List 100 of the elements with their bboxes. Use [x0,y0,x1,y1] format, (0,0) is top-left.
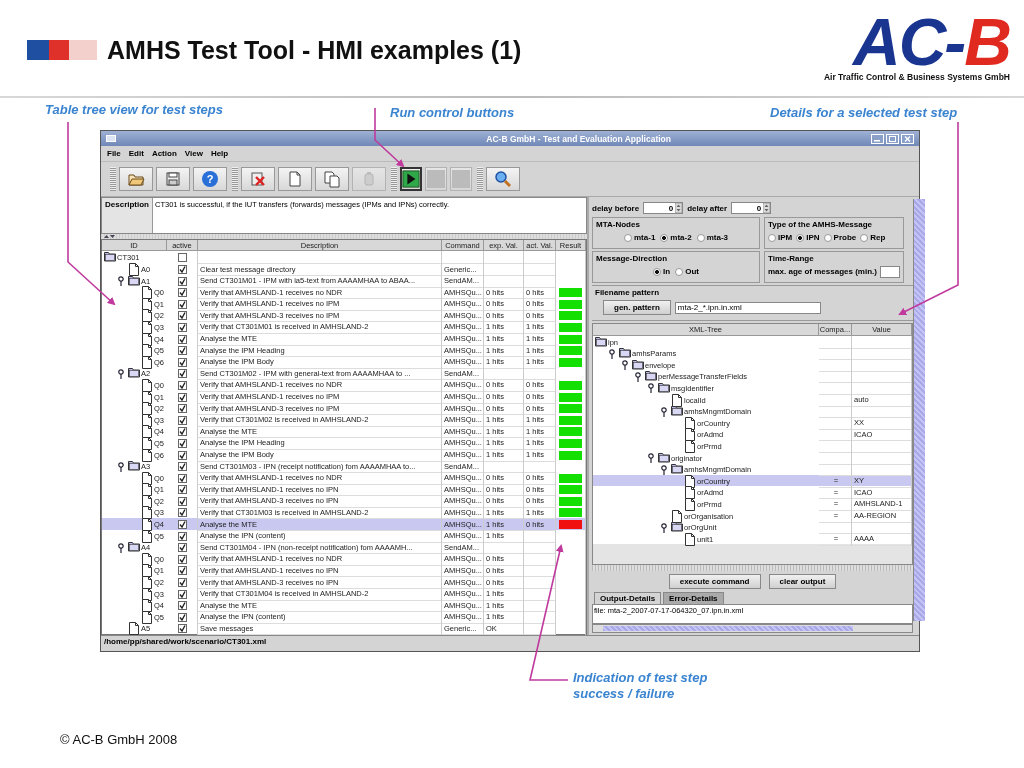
checkbox[interactable] [177,288,187,298]
checkbox[interactable] [177,508,187,518]
toolbar-button[interactable] [486,167,520,191]
spinner-arrows-icon[interactable] [675,203,683,213]
colored-squares-icon [27,40,97,60]
document-icon [141,378,153,392]
radio-option[interactable]: mta-2 [660,233,692,242]
toolbar-grip[interactable] [110,167,116,191]
folder-icon [128,274,140,288]
checkbox[interactable] [177,450,187,460]
pattern-field[interactable]: mta-2_*.ipn.in.xml [674,301,821,314]
checkbox[interactable] [177,322,187,332]
checkbox[interactable] [177,554,187,564]
checkbox[interactable] [177,578,187,588]
document-icon [671,509,683,523]
radio-option[interactable]: IPN [796,233,820,242]
tree-handle-icon[interactable] [117,542,127,553]
toolbar-grip[interactable] [391,167,397,191]
document-icon [141,425,153,439]
logo-tagline: Air Traffic Control & Business Systems GmbH [823,72,1010,82]
radio-option[interactable]: mta-3 [696,233,728,242]
spinner-field[interactable]: 0 [731,202,772,214]
splitter-arrows-icon[interactable] [103,234,115,240]
checkbox[interactable] [177,357,187,367]
command-button[interactable]: clear output [768,574,837,589]
checkbox[interactable] [177,438,187,448]
annotation-text: Run control buttons [390,105,515,120]
checkbox[interactable] [177,601,187,611]
age-input-field[interactable] [879,265,900,278]
tree-handle-icon[interactable] [660,406,670,417]
tree-handle-icon[interactable] [117,368,127,379]
toolbar-button[interactable] [400,167,422,191]
tree-handle-icon[interactable] [660,522,670,533]
checkbox[interactable] [177,624,187,634]
checkbox[interactable] [177,543,187,553]
group-title: Type of the AMHS-Message [768,220,873,229]
slide-title: AMHS Test Tool - HMI examples (1) [107,35,522,65]
checkbox[interactable] [177,265,187,274]
checkbox[interactable] [177,299,187,309]
menu-item[interactable]: Edit [128,149,144,158]
document-icon [141,402,153,416]
toolbar-button[interactable]: ? [193,167,227,191]
tree-handle-icon[interactable] [608,348,618,359]
maximize-button[interactable] [886,133,899,144]
menu-item[interactable]: Action [151,149,177,158]
radio-option[interactable]: Rep [860,233,886,242]
field-label: delay after [687,203,728,213]
menu-item[interactable]: File [107,149,121,158]
checkbox[interactable] [177,380,187,390]
menu-item[interactable]: Help [210,149,229,158]
checkbox[interactable] [177,404,187,414]
toolbar-grip[interactable] [232,167,238,191]
checkbox[interactable] [177,392,187,402]
vertical-scrollbar[interactable] [913,199,925,621]
checkbox[interactable] [177,415,187,425]
radio-option[interactable]: mta-1 [624,233,656,242]
tree-handle-icon[interactable] [634,371,644,382]
checkbox[interactable] [177,566,187,576]
folder-icon [632,358,644,372]
tree-handle-icon[interactable] [621,360,631,371]
checkbox[interactable] [177,473,187,483]
tree-handle-icon[interactable] [647,453,657,464]
checkbox[interactable] [177,253,187,263]
spinner-arrows-icon[interactable] [763,203,771,213]
checkbox[interactable] [177,485,187,495]
folder-icon [671,405,683,419]
gen-pattern-button[interactable]: gen. pattern [603,300,671,315]
document-icon [141,344,153,358]
menu-item[interactable]: View [184,149,203,158]
tree-handle-icon[interactable] [117,461,127,472]
group-title: Filename pattern [595,288,660,297]
tab[interactable]: Error-Details [663,592,724,604]
horizontal-scrollbar[interactable] [592,624,913,633]
checkbox[interactable] [177,531,187,541]
checkbox[interactable] [177,462,187,472]
checkbox[interactable] [177,369,187,379]
radio-option[interactable]: Probe [823,233,857,242]
tree-handle-icon[interactable] [647,383,657,394]
spinner-field[interactable]: 0 [643,202,684,214]
folder-icon [128,541,140,555]
toolbar-grip[interactable] [477,167,483,191]
checkbox[interactable] [177,612,187,622]
command-button[interactable]: execute command [668,574,761,589]
document-icon [671,393,683,407]
checkbox[interactable] [177,520,187,530]
radio-option[interactable]: IPM [768,233,793,242]
checkbox[interactable] [177,496,187,506]
tree-handle-icon[interactable] [117,276,127,287]
tree-handle-icon[interactable] [660,464,670,475]
checkbox[interactable] [177,346,187,356]
close-button[interactable] [901,133,914,144]
checkbox[interactable] [177,311,187,321]
checkbox[interactable] [177,427,187,437]
checkbox[interactable] [177,334,187,344]
tab[interactable]: Output-Details [594,592,662,604]
radio-option[interactable]: Out [675,267,699,276]
minimize-button[interactable] [871,133,884,144]
checkbox[interactable] [177,589,187,599]
document-cross-icon [248,169,268,189]
checkbox[interactable] [177,276,187,286]
